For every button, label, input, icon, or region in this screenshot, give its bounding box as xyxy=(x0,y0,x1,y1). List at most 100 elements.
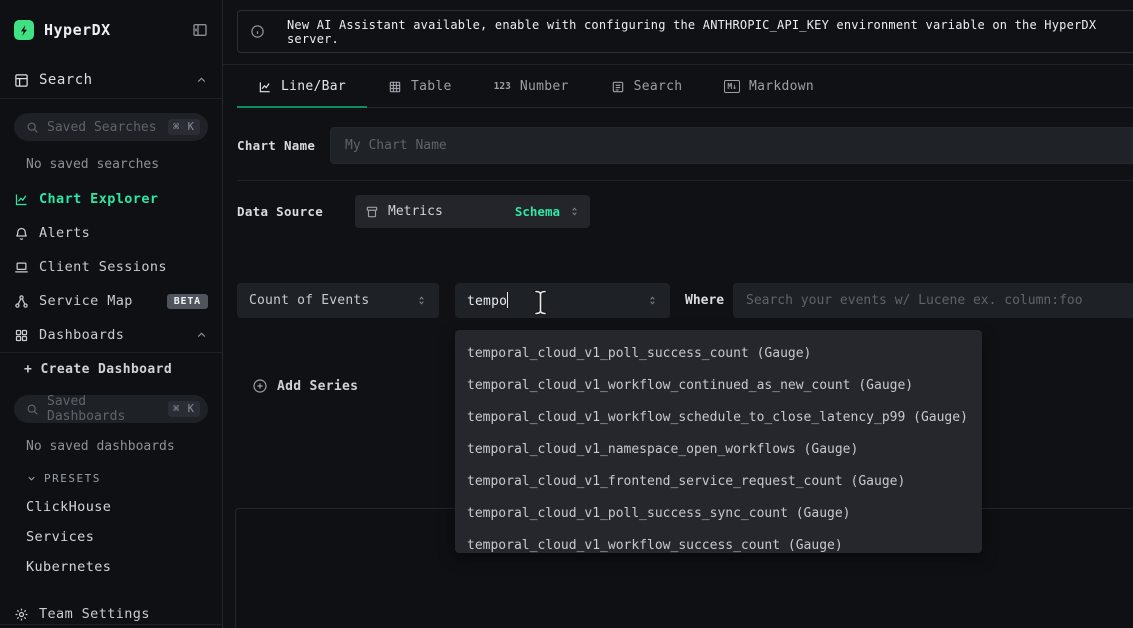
search-section-icon xyxy=(14,73,29,88)
tab-label: Number xyxy=(520,79,569,94)
ai-assistant-banner: New AI Assistant available, enable with … xyxy=(237,10,1133,53)
table-icon xyxy=(388,80,402,94)
metric-query-text: tempo xyxy=(467,292,647,309)
presets-label: PRESETS xyxy=(44,472,101,485)
sidebar-item-label: Dashboards xyxy=(39,327,124,343)
saved-dashboards-input[interactable]: Saved Dashboards ⌘ K xyxy=(14,395,208,423)
sidebar: HyperDX Search Saved Searches ⌘ K No sav… xyxy=(0,0,223,628)
tab-markdown[interactable]: M↓ Markdown xyxy=(703,66,835,107)
beta-badge: BETA xyxy=(167,294,208,309)
collapse-sidebar-icon[interactable] xyxy=(192,22,208,38)
aggregation-select[interactable]: Count of Events xyxy=(237,283,439,318)
data-source-row: Data Source Metrics Schema xyxy=(237,195,590,228)
laptop-icon xyxy=(14,260,29,275)
search-icon xyxy=(26,403,39,416)
metric-option[interactable]: temporal_cloud_v1_poll_success_sync_coun… xyxy=(455,497,982,529)
metric-option[interactable]: temporal_cloud_v1_workflow_success_count… xyxy=(455,529,982,553)
no-saved-dashboards-text: No saved dashboards xyxy=(26,439,208,454)
database-icon xyxy=(365,205,379,219)
team-settings-label: Team Settings xyxy=(39,606,150,622)
divider xyxy=(237,180,1133,181)
sidebar-item-label: Alerts xyxy=(39,225,90,241)
chevron-down-icon xyxy=(26,473,37,484)
chart-name-label: Chart Name xyxy=(237,138,330,153)
saved-dashboards-placeholder: Saved Dashboards xyxy=(47,394,160,424)
aggregation-value: Count of Events xyxy=(249,293,416,308)
tab-label: Markdown xyxy=(749,79,814,94)
line-chart-icon xyxy=(258,80,272,94)
chart-name-row: Chart Name My Chart Name xyxy=(237,127,1133,164)
where-search-input[interactable]: Search your events w/ Lucene ex. column:… xyxy=(733,283,1133,318)
bell-icon xyxy=(14,226,29,241)
chart-line-icon xyxy=(14,192,29,207)
metric-option[interactable]: temporal_cloud_v1_workflow_schedule_to_c… xyxy=(455,401,982,433)
data-source-label: Data Source xyxy=(237,204,355,219)
tab-table[interactable]: Table xyxy=(367,66,473,107)
file-text-icon xyxy=(611,80,625,94)
saved-searches-input[interactable]: Saved Searches ⌘ K xyxy=(14,113,208,141)
markdown-icon: M↓ xyxy=(724,80,740,93)
preset-services[interactable]: Services xyxy=(26,529,208,545)
preset-kubernetes[interactable]: Kubernetes xyxy=(26,559,208,575)
sidebar-item-chart-explorer[interactable]: Chart Explorer xyxy=(0,182,222,216)
schema-link[interactable]: Schema xyxy=(515,204,560,219)
hyperdx-logo-icon xyxy=(14,20,34,40)
presets-toggle[interactable]: PRESETS xyxy=(26,472,208,485)
where-label: Where xyxy=(685,293,733,308)
chevron-up-icon xyxy=(195,329,208,342)
logo-row: HyperDX xyxy=(0,0,222,40)
metric-option[interactable]: temporal_cloud_v1_workflow_continued_as_… xyxy=(455,369,982,401)
create-dashboard-label: + Create Dashboard xyxy=(24,362,172,377)
saved-searches-placeholder: Saved Searches xyxy=(47,120,160,135)
sidebar-item-label: Service Map xyxy=(39,293,133,309)
app-title: HyperDX xyxy=(44,21,182,39)
gear-icon xyxy=(14,607,29,622)
selector-icon xyxy=(647,295,658,306)
chart-type-tabs: Line/Bar Table 123 Number Search M↓ Mark… xyxy=(237,66,1133,108)
main-content: New AI Assistant available, enable with … xyxy=(223,0,1133,628)
metric-option[interactable]: temporal_cloud_v1_frontend_service_reque… xyxy=(455,465,982,497)
sidebar-item-service-map[interactable]: Service Map BETA xyxy=(0,284,222,318)
add-series-button[interactable]: Add Series xyxy=(252,378,358,394)
metric-options-dropdown: temporal_cloud_v1_poll_success_count (Ga… xyxy=(455,330,982,553)
no-saved-searches-text: No saved searches xyxy=(26,157,208,172)
tab-line-bar[interactable]: Line/Bar xyxy=(237,66,367,107)
add-series-label: Add Series xyxy=(277,379,358,394)
divider xyxy=(0,624,222,625)
tab-number[interactable]: 123 Number xyxy=(473,66,590,107)
chevron-up-icon xyxy=(195,74,208,87)
search-section-label: Search xyxy=(39,72,93,88)
tab-label: Line/Bar xyxy=(281,79,346,94)
plus-circle-icon xyxy=(252,378,268,394)
sidebar-item-dashboards[interactable]: Dashboards xyxy=(0,318,222,352)
data-source-select[interactable]: Metrics Schema xyxy=(355,195,590,228)
create-dashboard-button[interactable]: + Create Dashboard xyxy=(0,353,222,381)
shortcut-badge: ⌘ K xyxy=(168,401,200,417)
sidebar-item-client-sessions[interactable]: Client Sessions xyxy=(0,250,222,284)
info-icon xyxy=(250,24,265,39)
metric-option[interactable]: temporal_cloud_v1_poll_success_count (Ga… xyxy=(455,337,982,369)
selector-icon xyxy=(416,295,427,306)
where-placeholder: Search your events w/ Lucene ex. column:… xyxy=(746,293,1083,308)
tab-search[interactable]: Search xyxy=(590,66,704,107)
search-icon xyxy=(26,121,39,134)
chart-name-input[interactable]: My Chart Name xyxy=(330,127,1133,164)
grid-icon xyxy=(14,328,29,343)
tab-label: Table xyxy=(411,79,452,94)
sidebar-section-search[interactable]: Search xyxy=(0,62,222,98)
chart-name-placeholder: My Chart Name xyxy=(345,138,447,153)
metric-option[interactable]: temporal_cloud_v1_namespace_open_workflo… xyxy=(455,433,982,465)
tab-label: Search xyxy=(634,79,683,94)
metric-search-input[interactable]: tempo xyxy=(455,283,670,318)
number-123-icon: 123 xyxy=(494,81,511,92)
sidebar-item-label: Chart Explorer xyxy=(39,191,158,207)
shortcut-badge: ⌘ K xyxy=(168,119,200,135)
series-row: Count of Events tempo Where Search your … xyxy=(237,283,1133,318)
text-caret xyxy=(507,292,508,308)
sidebar-nav: Chart Explorer Alerts Client Sessions Se… xyxy=(0,182,222,352)
data-source-value: Metrics xyxy=(388,204,506,219)
banner-strip: New AI Assistant available, enable with … xyxy=(223,0,1133,65)
sidebar-item-label: Client Sessions xyxy=(39,259,167,275)
sidebar-item-alerts[interactable]: Alerts xyxy=(0,216,222,250)
preset-clickhouse[interactable]: ClickHouse xyxy=(26,499,208,515)
